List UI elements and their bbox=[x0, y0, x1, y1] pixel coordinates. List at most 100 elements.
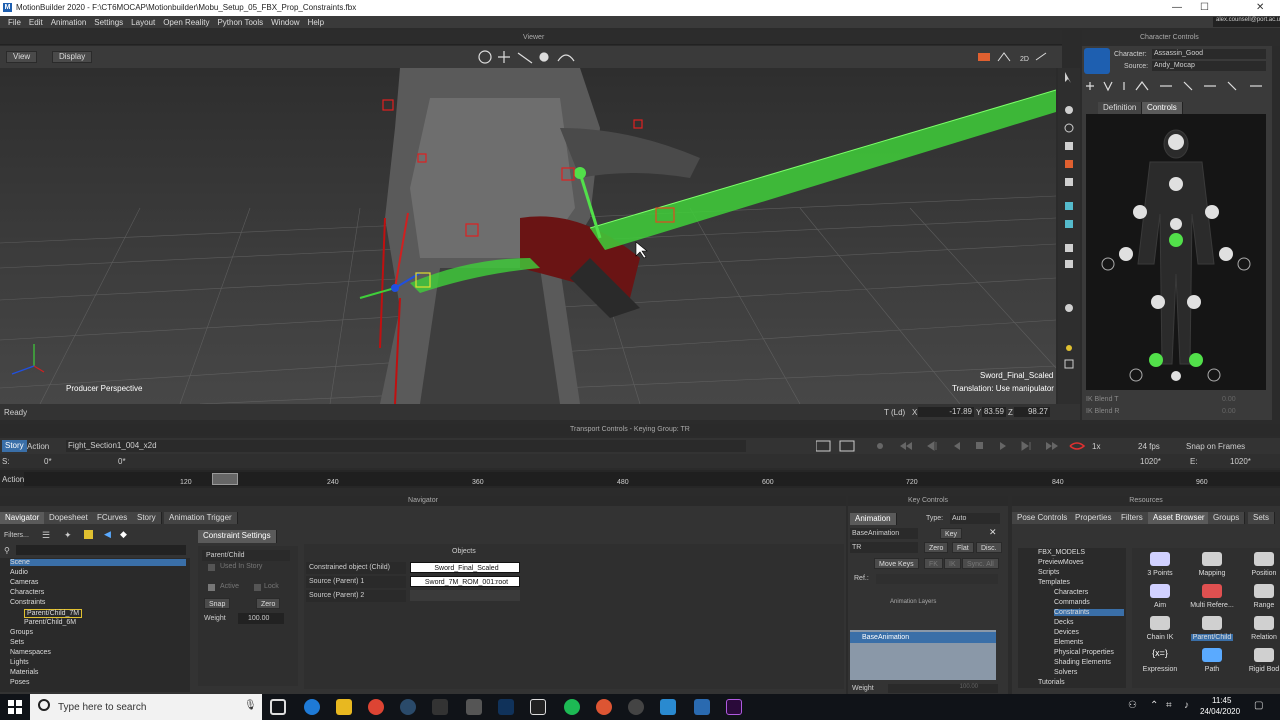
tab-filters[interactable]: Filters bbox=[1116, 512, 1149, 524]
menu-help[interactable]: Help bbox=[308, 18, 324, 27]
tab-definition[interactable]: Definition bbox=[1098, 102, 1143, 114]
taskbar-search-box[interactable]: Type here to search 🎙 bbox=[30, 694, 262, 720]
tab-dopesheet[interactable]: Dopesheet bbox=[44, 512, 94, 524]
chrome-icon-2[interactable] bbox=[596, 699, 612, 715]
tab-story[interactable]: Story bbox=[132, 512, 162, 524]
asset-tree-item[interactable]: Solvers bbox=[1054, 669, 1077, 676]
scene-tree-item[interactable]: Materials bbox=[10, 669, 38, 676]
scene-tree-item[interactable]: Poses bbox=[10, 679, 29, 686]
base-animation-select[interactable]: BaseAnimation bbox=[850, 528, 918, 539]
asset-tree-item[interactable]: Shading Elements bbox=[1054, 659, 1111, 666]
chrome-icon[interactable] bbox=[368, 699, 384, 715]
tab-navigator[interactable]: Navigator bbox=[0, 512, 46, 524]
tray-chevron-icon[interactable]: ⌃ bbox=[1150, 700, 1158, 711]
zero-key-button[interactable]: Zero bbox=[924, 542, 949, 553]
spotify-icon[interactable] bbox=[564, 699, 580, 715]
snap-button[interactable]: Snap bbox=[204, 598, 231, 609]
view-button[interactable]: View bbox=[6, 51, 38, 63]
move-keys-button[interactable]: Move Keys bbox=[874, 558, 919, 569]
story-button[interactable]: Story bbox=[2, 440, 27, 452]
coord-z[interactable]: 98.27 bbox=[1014, 407, 1050, 417]
menu-python-tools[interactable]: Python Tools bbox=[217, 18, 263, 27]
scene-icon[interactable]: ✦ bbox=[64, 530, 72, 541]
microphone-icon[interactable]: 🎙 bbox=[244, 700, 257, 711]
app-icon-4[interactable] bbox=[694, 699, 710, 715]
tab-animation-trigger[interactable]: Animation Trigger bbox=[164, 512, 238, 524]
clock-time[interactable]: 11:45 bbox=[1212, 696, 1231, 705]
asset-tree-item[interactable]: Decks bbox=[1054, 619, 1073, 626]
loop-icon[interactable] bbox=[1068, 440, 1086, 452]
maximize-button[interactable]: ☐ bbox=[1200, 2, 1209, 13]
filters-dropdown[interactable]: Filters... bbox=[4, 532, 29, 539]
menu-layout[interactable]: Layout bbox=[131, 18, 155, 27]
premiere-icon[interactable] bbox=[726, 699, 742, 715]
menu-file[interactable]: File bbox=[8, 18, 21, 27]
zero-button[interactable]: Zero bbox=[256, 598, 281, 609]
start-value-2[interactable]: 0* bbox=[118, 457, 126, 466]
asset-item[interactable]: {x=} Expression bbox=[1130, 648, 1190, 673]
windows-start-icon[interactable] bbox=[8, 700, 22, 714]
app-icon-1[interactable] bbox=[432, 699, 448, 715]
time-cursor[interactable] bbox=[212, 473, 238, 485]
character-figure[interactable] bbox=[1086, 114, 1266, 390]
navigator-search-input[interactable] bbox=[16, 545, 186, 555]
asset-tree-item[interactable]: FBX_MODELS bbox=[1038, 549, 1085, 556]
coord-y[interactable]: 83.59 bbox=[982, 407, 1006, 417]
asset-tree-item[interactable]: Constraints bbox=[1054, 609, 1124, 616]
tab-pose-controls[interactable]: Pose Controls bbox=[1012, 512, 1074, 524]
take-select[interactable]: Fight_Section1_004_x2d bbox=[66, 440, 746, 452]
snap-mode[interactable]: Snap on Frames bbox=[1186, 442, 1245, 451]
asset-item[interactable]: Range bbox=[1234, 584, 1280, 609]
scene-tree-item[interactable]: Parent/Child_7M bbox=[24, 609, 83, 618]
menu-open-reality[interactable]: Open Reality bbox=[163, 18, 209, 27]
weight-field[interactable]: 100.00 bbox=[238, 613, 284, 624]
scene-tree-item[interactable]: Scene bbox=[10, 559, 186, 566]
timeline[interactable]: Action 120 240 360 480 600 720 840 960 bbox=[0, 470, 1280, 488]
asset-item[interactable]: Aim bbox=[1130, 584, 1190, 609]
end-value-2[interactable]: 1020* bbox=[1230, 457, 1251, 466]
forward-icon[interactable]: ◆ bbox=[120, 529, 127, 540]
people-icon[interactable]: ⚇ bbox=[1128, 700, 1137, 711]
lock-icon[interactable] bbox=[84, 530, 93, 539]
photoshop-icon[interactable] bbox=[498, 699, 514, 715]
action-button[interactable]: Action bbox=[27, 442, 49, 451]
user-account[interactable]: alex.counsell@port.ac.uk bbox=[1213, 17, 1280, 27]
constrained-object-field[interactable]: Sword_Final_Scaled bbox=[410, 562, 520, 573]
lock-checkbox[interactable] bbox=[254, 584, 261, 591]
file-explorer-icon[interactable] bbox=[336, 699, 352, 715]
tab-sets[interactable]: Sets bbox=[1248, 512, 1276, 524]
menu-window[interactable]: Window bbox=[271, 18, 299, 27]
source-select[interactable]: Andy_Mocap bbox=[1152, 61, 1266, 71]
close-button[interactable]: ✕ bbox=[1256, 2, 1264, 13]
scene-tree-item[interactable]: Groups bbox=[10, 629, 33, 636]
ik-blend-r-value[interactable]: 0.00 bbox=[1222, 408, 1236, 415]
asset-item[interactable]: Mapping bbox=[1182, 552, 1242, 577]
used-in-story-checkbox[interactable] bbox=[208, 564, 215, 571]
network-icon[interactable]: ⌗ bbox=[1166, 700, 1172, 711]
minimize-button[interactable]: — bbox=[1172, 2, 1182, 13]
scene-tree-item[interactable]: Namespaces bbox=[10, 649, 51, 656]
ik-button[interactable]: IK bbox=[944, 558, 961, 569]
asset-tree-item[interactable]: PreviewMoves bbox=[1038, 559, 1084, 566]
asset-tree-item[interactable]: Devices bbox=[1054, 629, 1079, 636]
asset-tree-item[interactable]: Characters bbox=[1054, 589, 1088, 596]
layer-row-base[interactable]: BaseAnimation bbox=[850, 632, 996, 643]
source-parent-1-field[interactable]: Sword_7M_ROM_001:root bbox=[410, 576, 520, 587]
asset-tree-item[interactable]: Commands bbox=[1054, 599, 1090, 606]
ref-field[interactable] bbox=[876, 574, 998, 584]
tab-controls[interactable]: Controls bbox=[1142, 102, 1183, 114]
keying-group-select[interactable]: TR bbox=[850, 542, 918, 553]
asset-item[interactable]: Rigid Bod bbox=[1234, 648, 1280, 673]
asset-item[interactable]: Path bbox=[1182, 648, 1242, 673]
flat-key-button[interactable]: Flat bbox=[952, 542, 974, 553]
constraint-name[interactable]: Parent/Child bbox=[202, 550, 290, 561]
menu-animation[interactable]: Animation bbox=[51, 18, 87, 27]
unreal-icon[interactable] bbox=[530, 699, 546, 715]
scene-tree-item[interactable]: Constraints bbox=[10, 599, 45, 606]
start-value[interactable]: 0* bbox=[44, 457, 52, 466]
asset-item[interactable]: 3 Points bbox=[1130, 552, 1190, 577]
menu-edit[interactable]: Edit bbox=[29, 18, 43, 27]
coord-x[interactable]: -17.89 bbox=[918, 407, 974, 417]
scene-tree-item[interactable]: Cameras bbox=[10, 579, 38, 586]
delete-key-icon[interactable]: ✕ bbox=[989, 527, 997, 538]
